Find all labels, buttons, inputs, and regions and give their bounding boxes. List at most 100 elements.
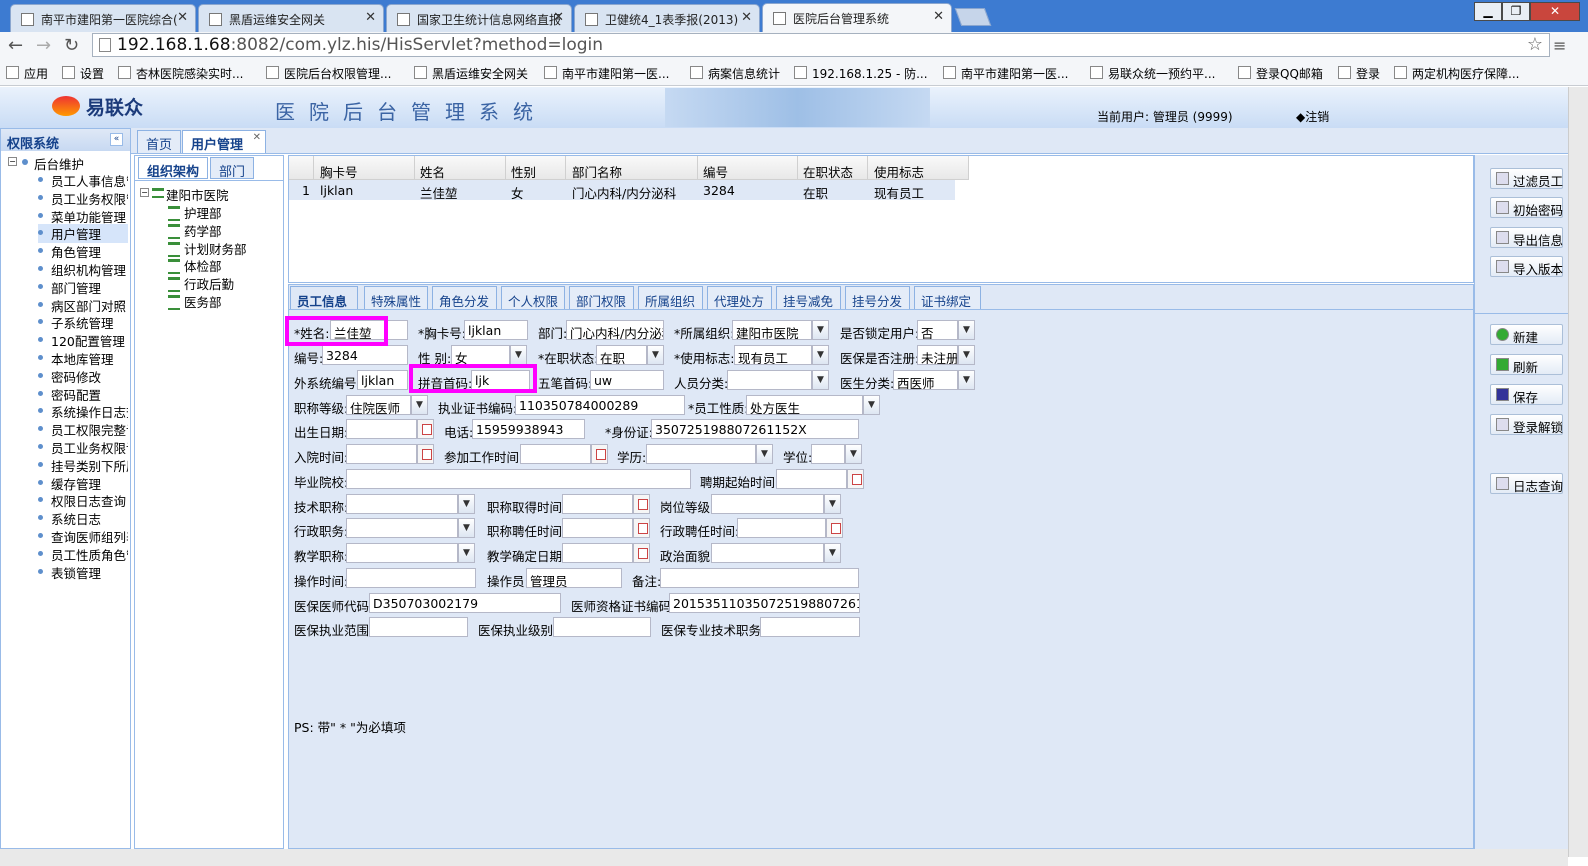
vertical-scrollbar[interactable] [1568,87,1588,857]
form-tab[interactable]: 部门权限 [569,286,634,309]
sidebar-item[interactable]: 系统操作日志查 [38,402,128,421]
save-button[interactable]: 保存 [1490,384,1563,405]
work-date-field[interactable] [520,444,591,464]
table-cell[interactable]: 在职 [803,183,828,202]
id-field[interactable]: 3284 [322,345,408,365]
star-icon[interactable]: ☆ [1527,34,1543,55]
form-tab[interactable]: 代理处方 [707,286,772,309]
org-select[interactable]: 建阳市医院 [732,320,812,340]
nature-select[interactable]: 处方医生 [746,395,863,415]
admin-hire-field[interactable] [737,518,826,538]
close-icon[interactable]: ✕ [177,10,188,25]
calendar-icon[interactable] [417,419,434,439]
table-cell[interactable]: 门心内科/内分泌科 [572,183,676,202]
school-field[interactable] [346,469,691,489]
sidebar-item[interactable]: 用户管理 [38,224,128,244]
calendar-icon[interactable] [826,518,843,538]
sex-select[interactable]: 女 [451,345,510,365]
table-cell[interactable]: 现有员工 [874,183,924,202]
bookmark[interactable]: 易联众统一预约平... [1090,65,1215,82]
chevron-down-icon[interactable]: ▼ [824,494,841,514]
tab-department[interactable]: 部门 [210,157,255,180]
education-select[interactable] [646,444,756,464]
new-button[interactable]: 新建 [1490,324,1563,345]
remark-field[interactable] [660,568,859,588]
maximize-button[interactable]: ❐ [1502,2,1530,21]
appoint-date-field[interactable] [776,469,847,489]
collapse-tree-icon[interactable]: − [140,188,149,197]
form-tab[interactable]: 个人权限 [501,286,565,309]
ins-post-field[interactable] [760,617,860,637]
form-tab[interactable]: 角色分发 [432,286,497,309]
collapse-tree-icon[interactable]: − [8,157,17,166]
ext-id-field[interactable]: ljklan [357,370,408,390]
sidebar-item[interactable]: 员工人事信息管 [38,171,128,190]
sidebar-item[interactable]: 组织机构管理 [38,260,128,279]
hire-date-field[interactable] [346,444,417,464]
org-tree-root[interactable]: − 建阳市医院 [140,185,229,204]
sidebar-item[interactable]: 120配置管理 [38,331,128,350]
form-tab[interactable]: 员工信息 [290,286,358,309]
chevron-down-icon[interactable]: ▼ [863,395,880,415]
bookmark[interactable]: 南平市建阳第一医... [544,65,669,82]
calendar-icon[interactable] [633,518,650,538]
table-cell[interactable]: 女 [511,183,524,202]
chevron-down-icon[interactable]: ▼ [958,345,975,365]
chevron-down-icon[interactable]: ▼ [411,395,428,415]
log-query-button[interactable]: 日志查询 [1490,473,1563,494]
cert-field[interactable]: 201535110350725198807261152X [669,593,860,613]
op-time-field[interactable] [346,568,476,588]
political-select[interactable] [711,543,824,563]
horizontal-scrollbar[interactable] [0,849,1568,866]
sidebar-item[interactable]: 缓存管理 [38,474,128,493]
org-tree-node[interactable]: 药学部 [168,221,222,240]
tab-home[interactable]: 首页 [137,130,182,153]
col-header-sex[interactable]: 性别 [511,162,536,181]
lock-select[interactable]: 否 [917,320,958,340]
bookmark[interactable]: 登录QQ邮箱 [1238,65,1323,82]
browser-tab-2[interactable]: 黑盾运维安全网关 ✕ [198,4,384,32]
col-header-card[interactable]: 胸卡号 [320,162,358,181]
teach-title-select[interactable] [346,543,458,563]
tech-title-select[interactable] [346,494,458,514]
sidebar-item[interactable]: 本地库管理 [38,349,128,368]
doctor-category-select[interactable]: 西医师 [893,370,958,390]
license-field[interactable]: 110350784000289 [515,395,685,415]
col-header-dept[interactable]: 部门名称 [572,162,622,181]
admin-post-select[interactable] [346,518,458,538]
close-icon[interactable]: ✕ [553,10,564,25]
sidebar-item[interactable]: 员工性质角色管 [38,545,128,564]
sidebar-item[interactable]: 病区部门对照 [38,296,128,315]
back-icon[interactable]: ← [8,35,23,56]
calendar-icon[interactable] [633,494,650,514]
bookmark[interactable]: 杏林医院感染实时... [118,65,243,82]
browser-tab-4[interactable]: 卫健统4_1表季报(2013) ✕ [574,4,760,32]
browser-tab-1[interactable]: 南平市建阳第一医院综合(✕ [10,4,196,32]
ins-doctor-code-field[interactable]: D350703002179 [369,593,561,613]
calendar-icon[interactable] [591,444,608,464]
staff-category-select[interactable] [727,370,812,390]
chevron-down-icon[interactable]: ▼ [647,345,664,365]
window-close-button[interactable]: ✕ [1530,2,1580,21]
form-tab[interactable]: 挂号减免 [776,286,841,309]
table-cell[interactable]: ljklan [320,183,353,198]
degree-select[interactable] [811,444,845,464]
sidebar-item[interactable]: 子系统管理 [38,313,128,332]
form-tab[interactable]: 挂号分发 [845,286,910,309]
bookmark-settings[interactable]: 设置 [62,65,104,82]
bookmark[interactable]: 南平市建阳第一医... [943,65,1068,82]
browser-tab-3[interactable]: 国家卫生统计信息网络直报 ✕ [386,4,572,32]
chevron-down-icon[interactable]: ▼ [458,494,475,514]
bookmark[interactable]: 医院后台权限管理... [266,65,391,82]
teach-date-field[interactable] [562,543,633,563]
filter-staff-button[interactable]: 过滤员工 [1490,168,1563,189]
org-tree-node[interactable]: 行政后勤 [168,274,234,293]
calendar-icon[interactable] [417,444,434,464]
chevron-down-icon[interactable]: ▼ [812,345,829,365]
sidebar-item[interactable]: 系统日志 [38,509,128,528]
status-select[interactable]: 在职 [596,345,647,365]
sidebar-item[interactable]: 角色管理 [38,242,128,261]
sidebar-item[interactable]: 权限日志查询 [38,491,128,510]
col-header-name[interactable]: 姓名 [420,162,445,181]
refresh-button[interactable]: 刷新 [1490,354,1563,375]
